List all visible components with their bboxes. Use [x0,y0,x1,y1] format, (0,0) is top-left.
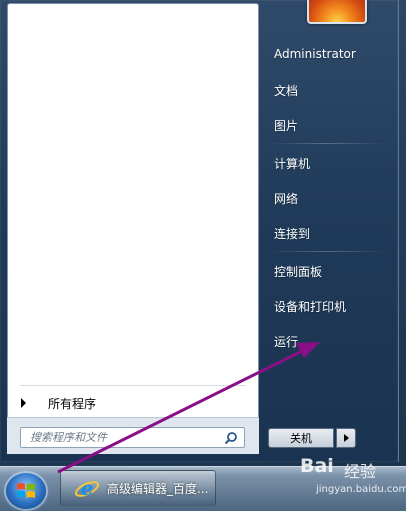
menu-item-run[interactable]: 运行... [274,333,309,350]
start-button[interactable] [6,473,46,509]
menu-item-connect-to[interactable]: 连接到 [274,225,310,242]
internet-explorer-icon: e [74,476,100,500]
menu-item-devices-printers[interactable]: 设备和打印机 [274,298,346,315]
watermark-text: 经验 [344,462,377,481]
search-icon[interactable] [224,431,238,445]
divider [20,385,246,386]
divider [268,251,386,252]
all-programs-item[interactable]: 所有程序 [18,392,248,414]
all-programs-label: 所有程序 [48,396,97,411]
menu-item-network[interactable]: 网络 [274,190,298,207]
search-input[interactable] [21,428,220,447]
programs-pane: 所有程序 [7,3,259,454]
taskbar-button-label: 高级编辑器_百度... [107,481,209,496]
svg-text:e: e [81,476,94,500]
chevron-right-icon [344,434,349,442]
watermark-logo: Bai [300,455,334,477]
shutdown-options-button[interactable] [336,428,356,448]
chevron-right-icon [21,398,26,408]
search-box[interactable] [20,427,245,448]
menu-item-administrator[interactable]: Administrator [274,47,356,61]
divider [268,143,386,144]
menu-item-computer[interactable]: 计算机 [274,155,310,172]
menu-item-control-panel[interactable]: 控制面板 [274,263,322,280]
search-area [7,417,259,454]
menu-item-pictures[interactable]: 图片 [274,117,298,134]
windows-logo-icon [17,483,35,498]
right-pane: Administrator 文档 图片 计算机 网络 连接到 控制面板 设备和打… [260,0,398,462]
menu-item-documents[interactable]: 文档 [274,82,298,99]
start-menu: 所有程序 Administrator 文档 图片 计算机 网络 连接到 控制面板… [0,0,399,462]
shutdown-label: 关机 [290,432,312,445]
shutdown-button[interactable]: 关机 [268,428,334,448]
watermark: Bai 经验 jingyan.baidu.com [300,455,406,503]
watermark-url: jingyan.baidu.com [316,484,406,495]
taskbar-window-button[interactable]: e 高级编辑器_百度... [60,470,216,506]
